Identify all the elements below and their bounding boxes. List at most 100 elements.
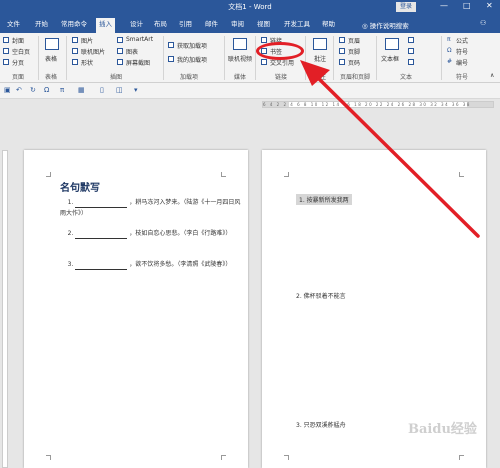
textbox-icon	[385, 38, 399, 50]
close-button[interactable]: ✕	[486, 1, 493, 10]
tab-mailings[interactable]: 邮件	[202, 18, 221, 33]
table-button[interactable]: 表格	[45, 54, 57, 63]
question-number: 1.	[67, 199, 74, 206]
blank-page-button[interactable]: 空白页	[12, 47, 30, 56]
ribbon-insert: 封面 空白页 分页 页面 表格 表格 图片 联机图片 形状 SmartArt 图…	[0, 33, 500, 83]
header-button[interactable]: 页眉	[348, 36, 360, 45]
cover-page-button[interactable]: 封面	[12, 36, 24, 45]
item-number: 3.	[296, 422, 302, 429]
page-break-icon	[3, 59, 9, 65]
save-icon[interactable]: ▣	[4, 86, 11, 94]
shapes-button[interactable]: 形状	[81, 58, 93, 67]
page-icon[interactable]: ▯	[100, 86, 104, 94]
tab-home[interactable]: 开始	[32, 18, 51, 33]
group-table: 表格	[45, 74, 58, 81]
question-text: ，欲不饮将多愁。（李清照《武陵春》）	[129, 261, 232, 268]
my-addins-button[interactable]: 我的加载项	[177, 55, 207, 64]
selected-text[interactable]: 1. 按暴新所发我两	[296, 194, 352, 205]
question-item: 3. ，欲不饮将多愁。（李清照《武陵春》）	[60, 259, 245, 270]
cover-page-icon	[3, 37, 9, 43]
more-icon[interactable]: ▾	[134, 86, 138, 94]
omega-icon: Ω	[447, 47, 452, 54]
quick-parts-icon[interactable]	[408, 37, 414, 43]
group-media: 媒体	[234, 74, 247, 81]
group-text: 文本	[400, 74, 413, 81]
tab-design[interactable]: 设计	[127, 18, 146, 33]
minimize-button[interactable]: —	[440, 1, 448, 10]
tab-layout[interactable]: 布局	[151, 18, 170, 33]
table-icon[interactable]: ▦	[78, 86, 85, 94]
maximize-button[interactable]: □	[463, 1, 471, 10]
vertical-ruler[interactable]	[2, 150, 8, 468]
ruler-ticks: 6 4 2 2 4 6 8 10 12 14 16 18 20 22 24 26…	[263, 102, 471, 107]
title-bar: 文档1 - Word 登录 — □ ✕	[0, 0, 500, 14]
undo-icon[interactable]: ↶	[16, 86, 22, 94]
margin-corner	[46, 455, 51, 460]
highlight-circle	[256, 42, 304, 60]
group-comments: 批注	[314, 74, 327, 81]
blank-page-icon	[3, 48, 9, 54]
answer-blank[interactable]	[75, 262, 128, 270]
collapse-ribbon-icon[interactable]: ∧	[490, 72, 494, 79]
screenshot-button[interactable]: 屏幕截图	[126, 58, 150, 67]
page-number-button[interactable]: 页码	[348, 58, 360, 67]
answer-blank[interactable]	[75, 231, 128, 239]
horizontal-ruler[interactable]: 6 4 2 2 4 6 8 10 12 14 16 18 20 22 24 26…	[262, 101, 494, 108]
comment-icon	[313, 38, 327, 50]
omega-icon[interactable]: Ω	[44, 86, 49, 94]
smartart-button[interactable]: SmartArt	[126, 36, 153, 43]
separator	[376, 36, 377, 80]
tab-review[interactable]: 审阅	[228, 18, 247, 33]
get-addins-button[interactable]: 获取加载项	[177, 41, 207, 50]
group-illustrations: 插图	[110, 74, 123, 81]
tab-developer[interactable]: 开发工具	[281, 18, 313, 33]
textbox-button[interactable]: 文本框	[381, 54, 399, 63]
dropcap-icon[interactable]	[408, 59, 414, 65]
screenshot-icon	[117, 59, 123, 65]
tab-references[interactable]: 引用	[176, 18, 195, 33]
question-text: ，枝如自恋心思悲。（李白《行路难》）	[129, 230, 232, 237]
separator	[38, 36, 39, 80]
shape-icon[interactable]: ◫	[116, 86, 123, 94]
tab-help[interactable]: 帮助	[319, 18, 338, 33]
link-icon	[261, 37, 267, 43]
list-item[interactable]: 3. 只恐双溪舴艋舟	[296, 420, 346, 429]
page-break-button[interactable]: 分页	[12, 58, 24, 67]
login-button[interactable]: 登录	[396, 2, 417, 12]
answer-blank[interactable]	[75, 200, 128, 208]
online-picture-button[interactable]: 联机图片	[81, 47, 105, 56]
ruler-margin	[467, 102, 493, 107]
number-button[interactable]: 编号	[456, 58, 468, 67]
tab-common[interactable]: 常用命令	[58, 18, 90, 33]
smartart-icon	[117, 37, 123, 43]
wordart-icon[interactable]	[408, 48, 414, 54]
separator	[66, 36, 67, 80]
question-number: 3.	[67, 261, 74, 268]
quick-access-toolbar: ▣ ↶ ↻ Ω π ▦ ▯ ◫ ▾	[0, 83, 500, 99]
tab-insert[interactable]: 插入	[96, 18, 115, 33]
online-video-button[interactable]: 联机视频	[228, 54, 252, 63]
page-number-icon	[339, 59, 345, 65]
separator	[333, 36, 334, 80]
redo-icon[interactable]: ↻	[30, 86, 36, 94]
margin-corner	[284, 455, 289, 460]
page-1[interactable]: 名句默写 1. ，耕马冻河入梦来。（陆游《十一月四日风雨大作》） 2. ，枝如自恋心…	[24, 150, 248, 468]
tell-me-search[interactable]: ◎ 操作说明搜索	[362, 20, 409, 30]
tab-view[interactable]: 视图	[254, 18, 273, 33]
tab-file[interactable]: 文件	[4, 18, 23, 33]
tell-me-label: 操作说明搜索	[369, 22, 409, 30]
item-text: 按暴新所发我两	[306, 197, 349, 204]
number-icon: #	[447, 58, 453, 65]
list-item[interactable]: 2. 佛杯驳着不能言	[296, 291, 346, 300]
margin-corner	[46, 172, 51, 177]
question-item: 1. ，耕马冻河入梦来。（陆游《十一月四日风雨大作》）	[60, 197, 245, 219]
equation-button[interactable]: 公式	[456, 36, 468, 45]
picture-button[interactable]: 图片	[81, 36, 93, 45]
pi-icon[interactable]: π	[60, 86, 64, 94]
footer-button[interactable]: 页脚	[348, 47, 360, 56]
chart-button[interactable]: 图表	[126, 47, 138, 56]
comment-button[interactable]: 批注	[314, 54, 326, 63]
share-icon[interactable]: ⚇	[480, 19, 486, 27]
margin-corner	[459, 455, 464, 460]
symbol-button[interactable]: 符号	[456, 47, 468, 56]
